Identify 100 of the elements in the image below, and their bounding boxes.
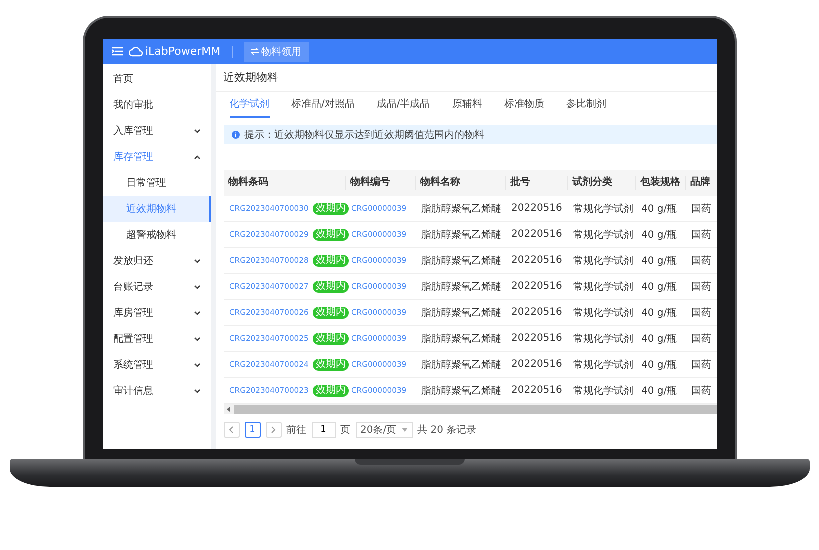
table-cell-text: 40 g/瓶 (642, 358, 678, 372)
category-tab[interactable]: 标准物质 (504, 92, 544, 118)
table-cell-text: 常规化学试剂 (574, 332, 634, 346)
page-number-button[interactable]: 1 (244, 422, 260, 438)
table-cell-text: 40 g/瓶 (642, 228, 678, 242)
chevron-icon (194, 336, 200, 342)
table-cell: 20220516 (512, 229, 562, 240)
menu-icon[interactable] (112, 47, 122, 56)
sidebar-item[interactable]: 台账记录 (102, 274, 210, 300)
column-header: 物料名称 (414, 176, 504, 190)
chevron-icon (194, 154, 200, 160)
table-cell-text: 国药 (692, 254, 712, 268)
page-input-field[interactable]: 1 (312, 422, 336, 438)
chevron-icon (194, 310, 200, 316)
category-tab[interactable]: 参比制剂 (566, 92, 606, 118)
table-cell-text: 常规化学试剂 (574, 280, 634, 294)
chevron-right-icon (271, 426, 276, 434)
table-cell-text: 国药 (692, 358, 712, 372)
sidebar-item[interactable]: 发放归还 (102, 248, 210, 274)
table-cell-text: 脂肪醇聚氧乙烯醚 (422, 332, 502, 346)
table-cell-text: 脂肪醇聚氧乙烯醚 (422, 228, 502, 242)
column-header: 试剂分类 (566, 176, 634, 190)
sidebar-item[interactable]: 配置管理 (102, 326, 210, 352)
sidebar-item[interactable]: 首页 (102, 66, 210, 92)
table-cell-text: 国药 (692, 306, 712, 320)
status-tag: 效期内 (312, 306, 349, 318)
scroll-left-icon[interactable] (226, 406, 230, 412)
table-cell: 20220516 (512, 255, 562, 266)
page-title: 近效期物料 (216, 64, 716, 92)
category-tab[interactable]: 成品/半成品 (376, 92, 430, 118)
material-request-button[interactable]: 物料领用 (244, 42, 309, 62)
status-tag: 效期内 (312, 228, 349, 240)
sidebar-item[interactable]: 库房管理 (102, 300, 210, 326)
chevron-icon (194, 258, 200, 264)
table-cell-text: 常规化学试剂 (574, 202, 634, 216)
table-cell: 20220516 (512, 359, 562, 370)
category-tab[interactable]: 标准品/对照品 (292, 92, 355, 118)
table-cell: 20220516 (512, 307, 562, 318)
category-tab[interactable]: 原辅料 (452, 92, 482, 118)
table-cell: 20220516 (512, 203, 562, 214)
table-cell-text: 国药 (692, 332, 712, 346)
chevron-icon (194, 362, 200, 368)
table-cell-text: 常规化学试剂 (574, 358, 634, 372)
table-cell-text: 40 g/瓶 (642, 306, 678, 320)
table-cell-text: 脂肪醇聚氧乙烯醚 (422, 254, 502, 268)
status-tag: 效期内 (312, 384, 349, 396)
table-cell-text: 国药 (692, 384, 712, 398)
table-cell-text: 国药 (692, 202, 712, 216)
table-cell-text: 脂肪醇聚氧乙烯醚 (422, 384, 502, 398)
status-tag: 效期内 (312, 332, 349, 344)
next-page-button[interactable] (266, 422, 282, 438)
swap-icon (250, 48, 259, 55)
sidebar-subitem[interactable]: 超警戒物料 (102, 222, 210, 248)
chevron-icon (194, 388, 200, 394)
column-header: 包装规格 (634, 176, 684, 190)
app-logo-text: iLabPowerMM (146, 45, 221, 58)
goto-label: 前往 (286, 424, 306, 437)
table-cell-text: 国药 (692, 280, 712, 294)
status-tag: 效期内 (312, 358, 349, 370)
chevron-icon (194, 128, 200, 134)
status-tag: 效期内 (312, 280, 349, 292)
page-size-select[interactable]: 20条/页 (356, 422, 413, 438)
table-cell-text: 脂肪醇聚氧乙烯醚 (422, 306, 502, 320)
previous-page-button[interactable] (224, 422, 240, 438)
chevron-left-icon (229, 426, 234, 434)
table-cell-text: 40 g/瓶 (642, 384, 678, 398)
total-count: 共 20 条记录 (418, 424, 477, 437)
notice-text: 提示：近效期物料仅显示达到近效期阈值范围内的物料 (244, 128, 484, 142)
sidebar-item[interactable]: 入库管理 (102, 118, 210, 144)
table-cell-text: 40 g/瓶 (642, 202, 678, 216)
table-cell-text: 40 g/瓶 (642, 332, 678, 346)
table-cell-text: 国药 (692, 228, 712, 242)
table-cell-text: 40 g/瓶 (642, 280, 678, 294)
table-cell: 20220516 (512, 281, 562, 292)
table-cell-text: 常规化学试剂 (574, 384, 634, 398)
column-header: 批号 (504, 176, 566, 190)
sidebar-subitem[interactable]: 近效期物料 (102, 196, 210, 222)
horizontal-scrollbar[interactable] (224, 404, 716, 414)
sidebar-item[interactable]: 库存管理 (102, 144, 210, 170)
table-cell: 20220516 (512, 385, 562, 396)
table-cell-text: 常规化学试剂 (574, 306, 634, 320)
status-tag: 效期内 (312, 202, 349, 214)
column-header: 品牌 (684, 176, 714, 190)
table-cell-text: 40 g/瓶 (642, 254, 678, 268)
page-unit-label: 页 (340, 424, 350, 437)
sidebar-item[interactable]: 审计信息 (102, 378, 210, 404)
table-cell-text: 常规化学试剂 (574, 254, 634, 268)
chevron-icon (194, 284, 200, 290)
status-tag: 效期内 (312, 254, 349, 266)
cloud-logo-icon (128, 46, 142, 57)
sidebar-item[interactable]: 我的审批 (102, 92, 210, 118)
caret-icon (402, 428, 408, 432)
column-header: 物料编号 (344, 176, 414, 190)
table-cell-text: 常规化学试剂 (574, 228, 634, 242)
info-icon (232, 130, 240, 138)
sidebar-subitem[interactable]: 日常管理 (102, 170, 210, 196)
table-cell-text: 脂肪醇聚氧乙烯醚 (422, 202, 502, 216)
category-tab[interactable]: 化学试剂 (230, 92, 270, 118)
column-header: 物料条码 (227, 176, 270, 190)
sidebar-item[interactable]: 系统管理 (102, 352, 210, 378)
